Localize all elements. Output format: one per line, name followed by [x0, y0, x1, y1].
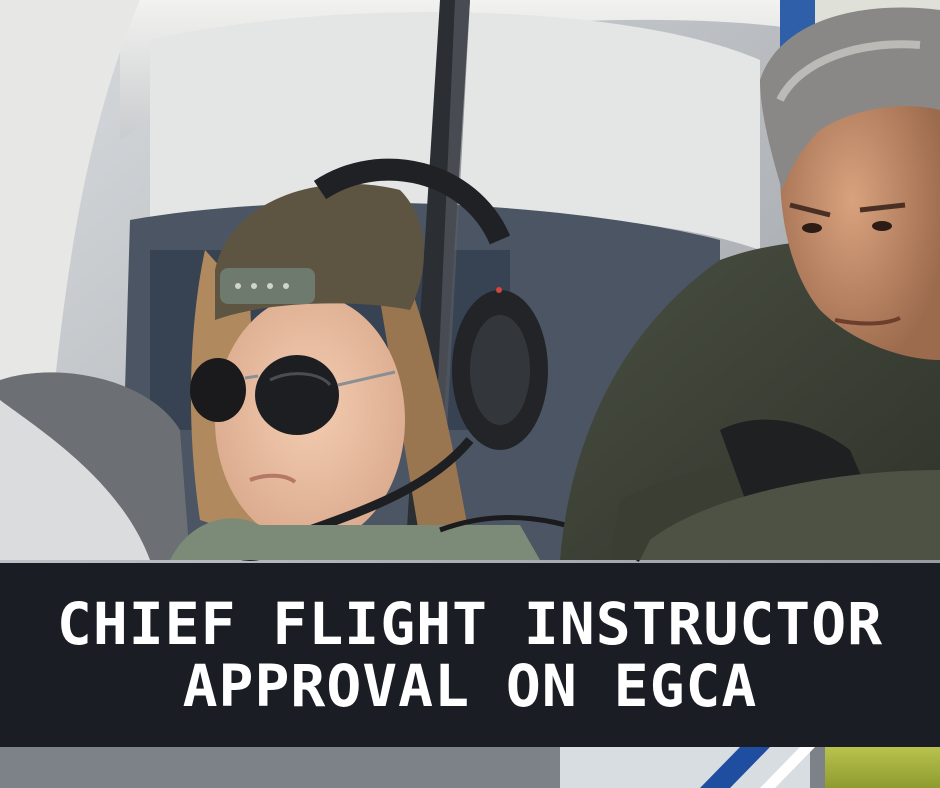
title-line-1: CHIEF FLIGHT INSTRUCTOR	[56, 590, 884, 658]
title-banner: CHIEF FLIGHT INSTRUCTOR APPROVAL ON EGCA	[0, 563, 940, 747]
promo-image: CHIEF FLIGHT INSTRUCTOR APPROVAL ON EGCA	[0, 0, 940, 788]
title-line-2: APPROVAL ON EGCA	[182, 652, 758, 720]
